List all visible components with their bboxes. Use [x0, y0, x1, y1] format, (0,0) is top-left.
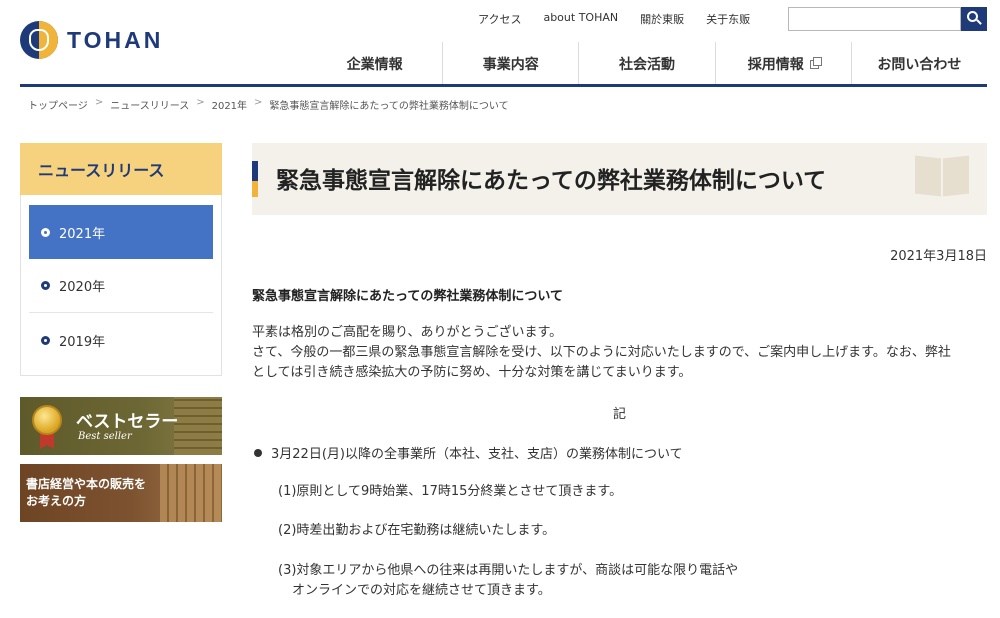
page-title-box: 緊急事態宣言解除にあたっての弊社業務体制について [252, 143, 987, 215]
main-nav: 企業情報 事業内容 社会活動 採用情報 お問い合わせ [307, 42, 987, 86]
sidebar-item-2020[interactable]: 2020年 [29, 259, 213, 313]
util-link-about-cn[interactable]: 关于东贩 [706, 11, 750, 27]
sidebar-item-2019[interactable]: 2019年 [29, 313, 213, 367]
bestseller-subtitle: Best seller [78, 431, 132, 442]
ribbon-icon [40, 433, 54, 449]
breadcrumb-separator-icon: > [196, 97, 205, 108]
utility-nav: アクセス about TOHAN 關於東販 关于东贩 [478, 11, 772, 27]
nav-item-company-info[interactable]: 企業情報 [307, 42, 442, 86]
sidebar-heading: ニュースリリース [20, 143, 222, 195]
util-link-access[interactable]: アクセス [478, 11, 521, 27]
external-link-icon [809, 56, 822, 69]
nav-item-business[interactable]: 事業内容 [442, 42, 578, 86]
nav-item-contact[interactable]: お問い合わせ [850, 42, 987, 86]
bullet-icon [41, 335, 50, 345]
logo-mark-icon [20, 21, 58, 59]
bookstore-banner[interactable]: 書店経営や本の販売を お考えの方 [20, 464, 222, 522]
sidebar-item-2021[interactable]: 2021年 [29, 205, 213, 259]
breadcrumb-separator-icon: > [94, 97, 104, 108]
breadcrumb-year[interactable]: 2021年 [212, 97, 247, 112]
bestseller-title: ベストセラー [76, 412, 179, 432]
breadcrumb-home[interactable]: トップページ [28, 97, 88, 112]
title-accent-bar [252, 161, 258, 197]
bookstore-image [160, 464, 222, 522]
nav-item-social[interactable]: 社会活動 [578, 42, 714, 86]
rule-item-3-continued: オンラインでの対応を継続させて頂きます。 [292, 583, 551, 598]
rule-item-3: (3)対象エリアから他県への往来は再開いたしますが、商談は可能な限り電話や [278, 563, 739, 578]
breadcrumb-news[interactable]: ニュースリリース [110, 97, 189, 112]
bullet-icon [41, 281, 50, 290]
bullet-icon [41, 227, 50, 237]
section-heading: 3月22日(月)以降の全事業所（本社、支社、支店）の業務体制について [252, 443, 683, 462]
bullet-icon [254, 448, 262, 457]
bestseller-banner[interactable]: ベストセラー Best seller [20, 397, 222, 455]
nav-item-recruit[interactable]: 採用情報 [714, 42, 851, 86]
rule-item-1: (1)原則として9時始業、17時15分終業とさせて頂きます。 [278, 484, 623, 499]
breadcrumb-current: 緊急事態宣言解除にあたっての弊社業務体制について [269, 101, 509, 112]
util-link-about-tw[interactable]: 關於東販 [640, 11, 684, 27]
tohan-logo[interactable]: TOHAN [20, 20, 163, 60]
util-link-about-en[interactable]: about TOHAN [543, 11, 618, 27]
breadcrumb: トップページ > ニュースリリース > 2021年 > 緊急事態宣言解除にあたっ… [28, 97, 509, 112]
bookshelf-image [174, 397, 222, 455]
page-title: 緊急事態宣言解除にあたっての弊社業務体制について [276, 168, 827, 194]
bookstore-banner-text: 書店経営や本の販売を お考えの方 [26, 477, 147, 508]
medal-icon [32, 405, 62, 435]
article-subtitle: 緊急事態宣言解除にあたっての弊社業務体制について [252, 289, 563, 304]
open-book-icon [915, 155, 969, 199]
article-intro: 平素は格別のご高配を賜り、ありがとうございます。 さて、今般の一都三県の緊急事態… [252, 325, 951, 380]
rule-item-2: (2)時差出勤および在宅勤務は継続いたします。 [278, 523, 556, 538]
search-button[interactable] [961, 7, 987, 31]
article-date: 2021年3月18日 [890, 249, 987, 264]
header-divider [20, 84, 987, 87]
logo-text: TOHAN [67, 26, 164, 53]
search-input[interactable] [788, 7, 961, 31]
breadcrumb-separator-icon: > [254, 97, 263, 108]
sidebar-menu: 2021年 2020年 2019年 [20, 195, 222, 376]
ki-marker: 記 [613, 407, 627, 422]
